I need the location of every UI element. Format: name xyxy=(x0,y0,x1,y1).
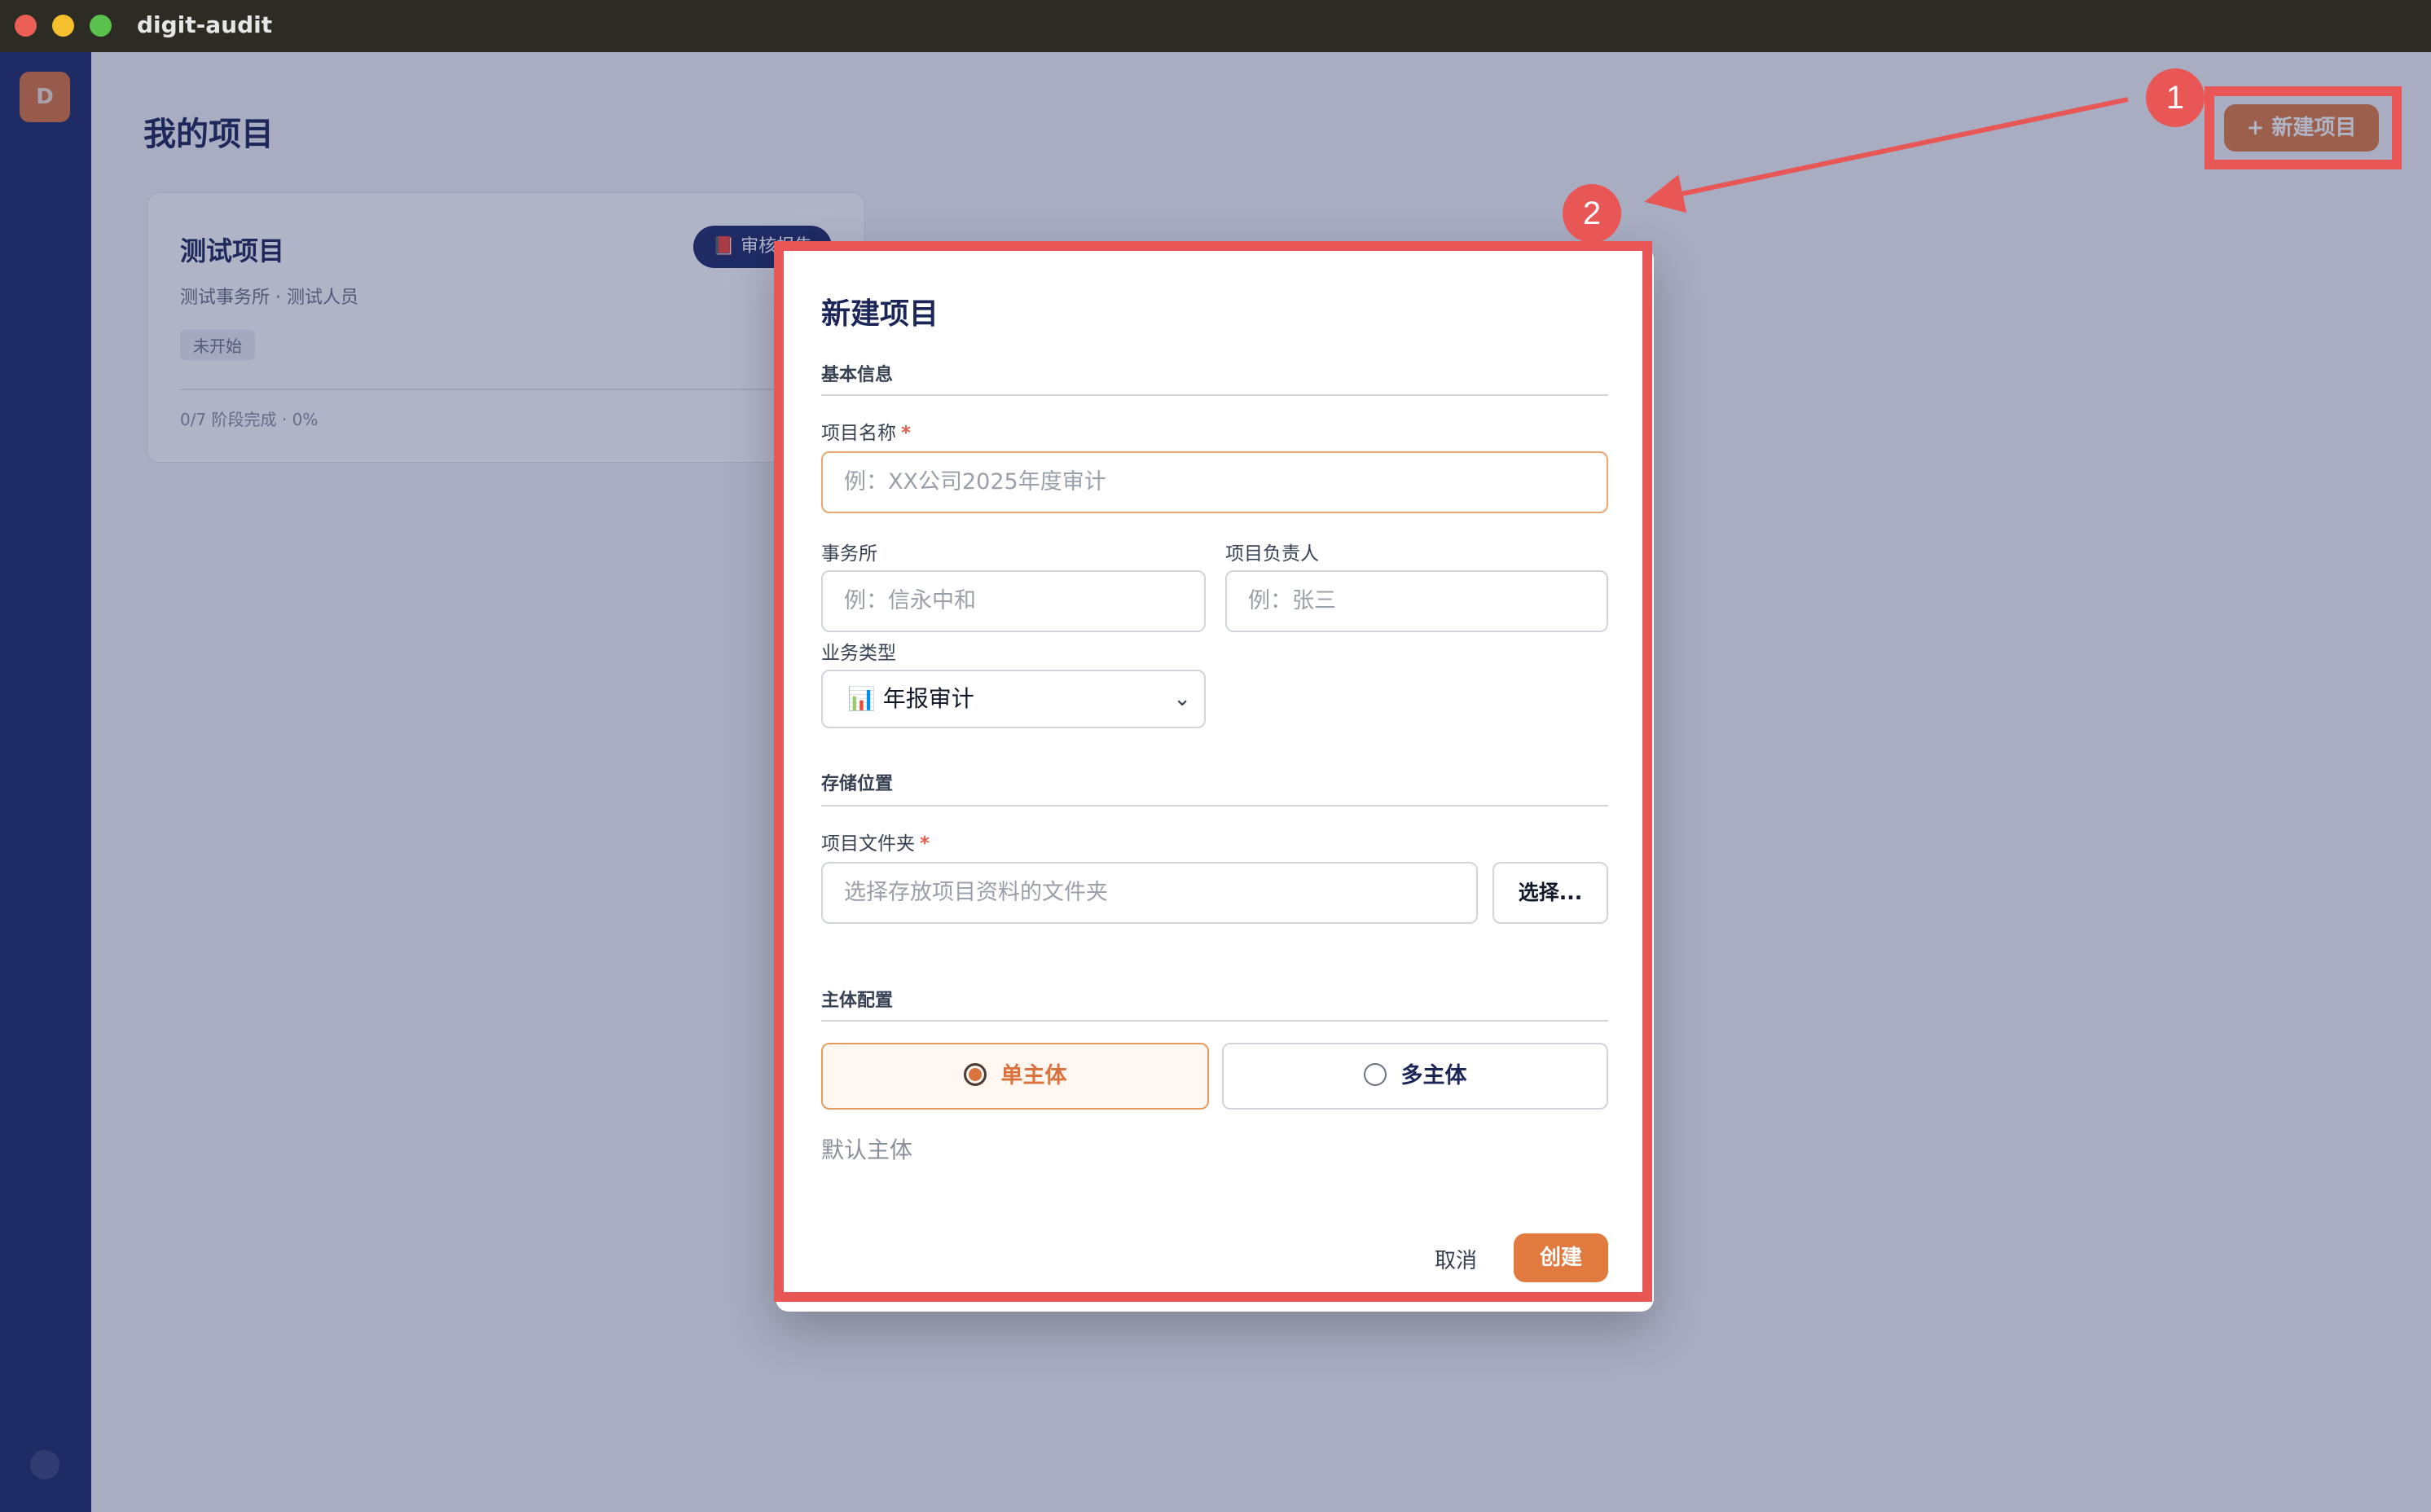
annotation-arrow xyxy=(1644,97,2129,213)
app-window: digit-audit D 我的项目 + 新建项目 测试项目 📕 审核报告 测试… xyxy=(0,0,2431,1512)
